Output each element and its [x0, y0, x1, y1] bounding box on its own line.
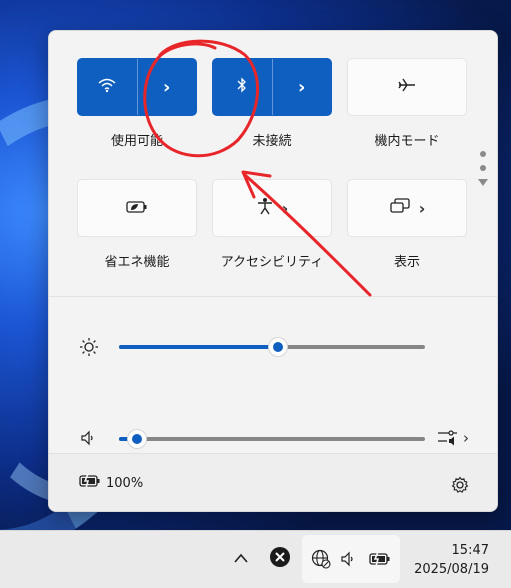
- accessibility-label: アクセシビリティ: [220, 255, 324, 270]
- airplane-mode-tile[interactable]: [347, 58, 467, 116]
- sliders-area: ›: [49, 297, 497, 453]
- battery-percentage[interactable]: 100%: [106, 476, 143, 491]
- brightness-slider-thumb[interactable]: [269, 338, 288, 356]
- airplane-icon: [397, 77, 417, 97]
- app-tray-icon[interactable]: [268, 545, 292, 569]
- battery-charging-icon: [79, 472, 101, 490]
- display-tile[interactable]: ›: [347, 179, 467, 237]
- speaker-icon[interactable]: [79, 429, 97, 447]
- chevron-right-icon: ›: [463, 429, 469, 447]
- show-hidden-icons-button[interactable]: [230, 547, 252, 569]
- battery-saver-tile[interactable]: [77, 179, 197, 237]
- volume-slider-thumb[interactable]: [128, 430, 147, 448]
- taskbar: 15:47 2025/08/19: [0, 530, 511, 588]
- battery-saver-icon: [126, 199, 148, 218]
- bluetooth-tile-label: 未接続: [252, 134, 292, 149]
- bluetooth-expand-button[interactable]: ›: [273, 59, 332, 115]
- accessibility-tile[interactable]: ›: [212, 179, 332, 237]
- quick-settings-panel: › 使用可能 › 未接続 機内モード 省エネ機能 › アクセシビリティ › 表示…: [48, 30, 498, 512]
- gear-icon[interactable]: [449, 474, 471, 496]
- page-dot: [480, 151, 486, 157]
- airplane-mode-label: 機内モード: [374, 134, 440, 149]
- display-label: 表示: [393, 255, 420, 270]
- bluetooth-toggle-button[interactable]: [213, 59, 272, 115]
- speaker-icon: [339, 548, 359, 570]
- network-globe-icon: [310, 548, 332, 570]
- system-tray-group[interactable]: [302, 535, 400, 583]
- chevron-right-icon: ›: [418, 198, 426, 218]
- page-down-arrow-icon: [478, 179, 488, 186]
- clock-time: 15:47: [451, 543, 489, 558]
- brightness-slider-fill: [119, 345, 279, 349]
- bluetooth-tile: ›: [212, 58, 332, 116]
- wifi-toggle-button[interactable]: [78, 59, 137, 115]
- wifi-tile: ›: [77, 58, 197, 116]
- page-dot: [480, 165, 486, 171]
- wifi-expand-button[interactable]: ›: [138, 59, 197, 115]
- chevron-right-icon: ›: [298, 76, 306, 98]
- bluetooth-icon: [236, 76, 248, 98]
- chevron-right-icon: ›: [281, 198, 289, 218]
- brightness-icon: [79, 337, 99, 357]
- battery-saver-label: 省エネ機能: [104, 255, 170, 270]
- quick-settings-tiles-area: › 使用可能 › 未接続 機内モード 省エネ機能 › アクセシビリティ › 表示: [49, 31, 497, 296]
- wifi-icon: [97, 77, 117, 97]
- battery-charging-icon: [368, 548, 392, 570]
- volume-slider[interactable]: [119, 430, 425, 448]
- accessibility-icon: [256, 197, 274, 219]
- audio-output-button[interactable]: ›: [435, 429, 471, 447]
- taskbar-clock[interactable]: 15:47 2025/08/19: [414, 541, 489, 579]
- clock-date: 2025/08/19: [414, 562, 489, 577]
- display-cast-icon: [389, 198, 411, 218]
- brightness-slider[interactable]: [119, 338, 425, 356]
- chevron-right-icon: ›: [163, 76, 171, 98]
- page-indicator[interactable]: [477, 151, 489, 186]
- wifi-tile-label: 使用可能: [110, 134, 163, 149]
